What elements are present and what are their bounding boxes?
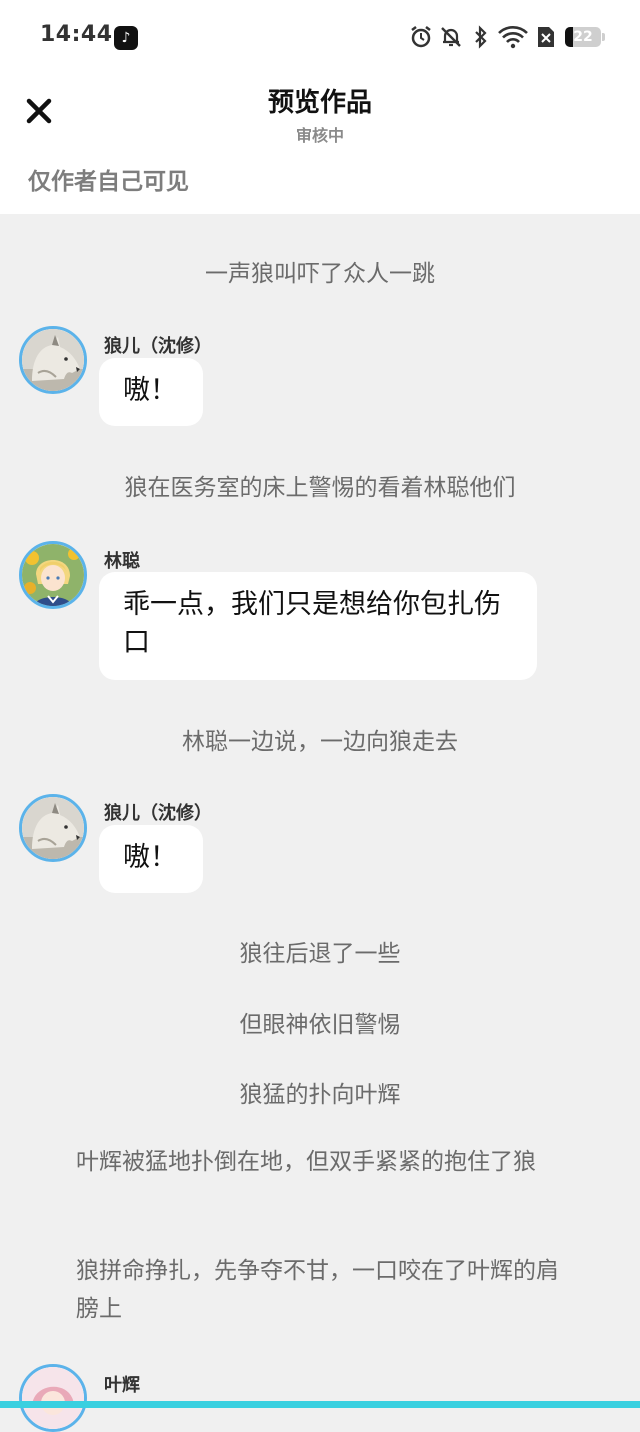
page-title: 预览作品 (267, 88, 372, 118)
avatar[interactable] (19, 1364, 87, 1432)
wifi-icon (498, 26, 528, 49)
narration-text: 林聪一边说，一边向狼走去 (182, 729, 458, 755)
narration-text: 狼在医务室的床上警惕的看着林聪他们 (124, 475, 516, 501)
speaker-name: 叶辉 (104, 1375, 140, 1396)
battery-tip (602, 33, 605, 41)
sim-icon (538, 27, 554, 47)
wolf-avatar-image (22, 329, 84, 391)
battery-level: 22 (573, 29, 593, 45)
chat-bubble: 嗷！ (99, 825, 203, 893)
speaker-name: 狼儿（沈修） (104, 336, 212, 357)
boy-avatar-image (22, 544, 84, 606)
avatar[interactable] (19, 326, 87, 394)
narration-text: 狼往后退了一些 (239, 941, 401, 967)
alarm-icon (411, 26, 431, 48)
speaker-name: 狼儿（沈修） (104, 803, 212, 824)
avatar[interactable] (19, 541, 87, 609)
avatar[interactable] (19, 794, 87, 862)
battery-indicator: 22 (565, 27, 601, 47)
speaker-name: 林聪 (104, 551, 140, 572)
status-time: 14:44 (40, 22, 113, 47)
preview-header: 预览作品 审核中 仅作者自己可见 (0, 72, 640, 214)
bottom-accent-bar (0, 1401, 640, 1408)
visibility-label: 仅作者自己可见 (28, 169, 189, 195)
narration-text: 但眼神依旧警惕 (239, 1012, 401, 1038)
wolf-avatar-image (22, 797, 84, 859)
dnd-icon (441, 27, 461, 47)
narration-text: 狼猛的扑向叶辉 (239, 1082, 401, 1108)
bluetooth-icon (475, 25, 487, 49)
tiktok-icon: ♪ (114, 26, 138, 50)
chat-bubble: 嗷！ (99, 358, 203, 426)
status-bar: 14:44 ♪ 22 (0, 0, 640, 72)
narration-text: 狼拼命挣扎，先争夺不甘，一口咬在了叶辉的肩膀上 (76, 1258, 559, 1322)
chat-bubble: 乖一点，我们只是想给你包扎伤口 (99, 572, 537, 680)
character-avatar-image (22, 1367, 84, 1429)
narration-text: 叶辉被猛地扑倒在地，但双手紧紧的抱住了狼 (76, 1149, 536, 1175)
narration-text: 一声狼叫吓了众人一跳 (205, 261, 435, 287)
review-status: 审核中 (295, 126, 344, 145)
